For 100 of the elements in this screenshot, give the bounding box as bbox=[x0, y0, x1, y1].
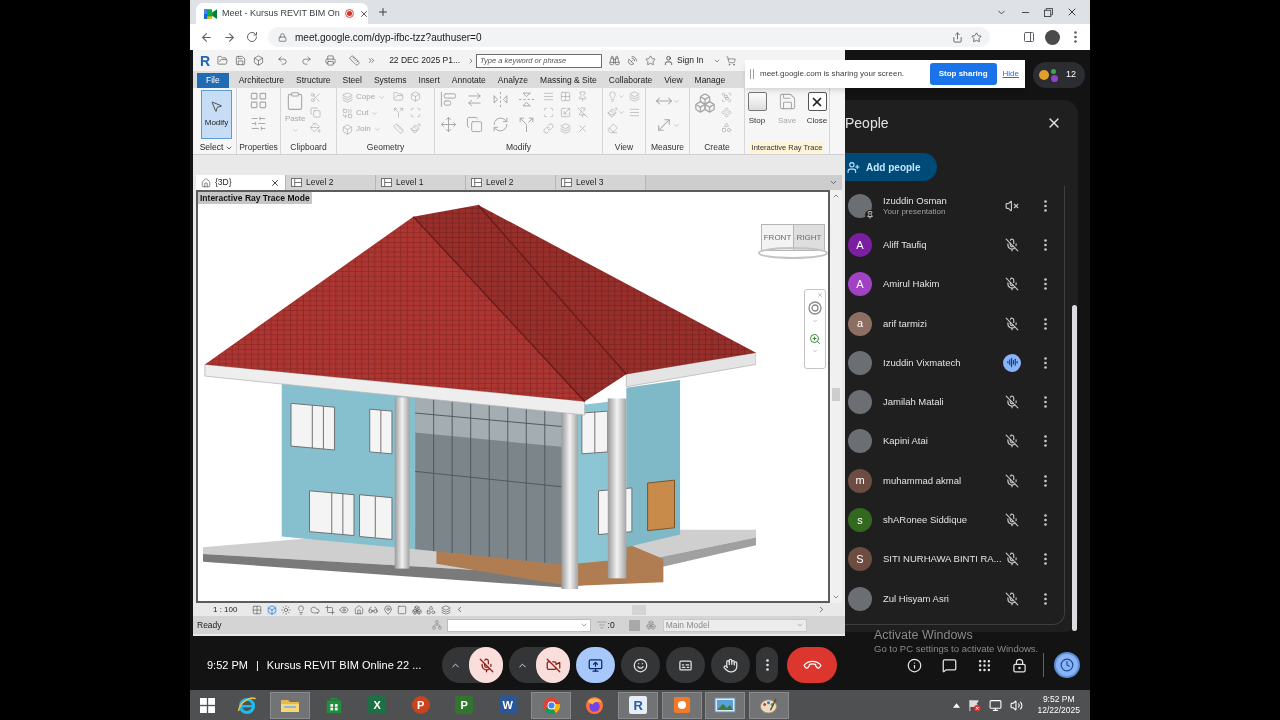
present-screen-button[interactable] bbox=[576, 647, 615, 683]
hide-link[interactable]: Hide bbox=[1002, 68, 1019, 80]
group-icon[interactable] bbox=[721, 92, 732, 103]
shapes-icon[interactable] bbox=[721, 122, 732, 133]
leave-call-button[interactable] bbox=[787, 647, 837, 683]
lightbulb-icon[interactable] bbox=[607, 91, 618, 102]
restore-icon[interactable] bbox=[1044, 7, 1053, 17]
cloud-icon[interactable] bbox=[310, 604, 321, 615]
dots-grid-icon[interactable] bbox=[977, 657, 992, 673]
satellite-dish-icon[interactable] bbox=[627, 55, 638, 66]
more-options-icon[interactable] bbox=[1074, 31, 1077, 43]
ruler-icon[interactable] bbox=[393, 123, 405, 134]
document-tab[interactable]: Level 2 bbox=[286, 175, 376, 190]
grid-icon[interactable] bbox=[252, 604, 263, 615]
boxes-icon[interactable] bbox=[645, 620, 656, 630]
move-arrows-icon[interactable] bbox=[440, 116, 457, 133]
grid-icon[interactable] bbox=[560, 91, 571, 102]
diagonal-arrow-icon[interactable] bbox=[655, 116, 673, 134]
crop-icon[interactable] bbox=[324, 604, 335, 615]
taskbar-button[interactable] bbox=[531, 691, 572, 719]
lines-icon[interactable] bbox=[543, 91, 554, 102]
taskbar-button[interactable]: P bbox=[444, 691, 485, 719]
sun-icon[interactable] bbox=[281, 604, 292, 615]
undo-icon[interactable] bbox=[277, 55, 289, 66]
ribbon-tab[interactable]: Manage bbox=[688, 73, 732, 88]
add-people-button[interactable]: Add people bbox=[845, 153, 937, 181]
square-icon[interactable] bbox=[628, 619, 640, 631]
app-logo[interactable]: R bbox=[200, 53, 211, 68]
more-options-button[interactable] bbox=[756, 647, 778, 683]
glasses-icon[interactable] bbox=[368, 604, 379, 615]
caret-icon[interactable] bbox=[618, 109, 625, 116]
chevron-right-icon[interactable] bbox=[817, 605, 826, 614]
chevron-up-icon[interactable] bbox=[832, 192, 840, 200]
ray-trace-tool-button[interactable]: Stop bbox=[745, 92, 769, 127]
browser-tab[interactable]: Meet - Kursus REVIT BIM On bbox=[196, 3, 368, 24]
document-tab[interactable]: Level 1 bbox=[376, 175, 466, 190]
more-options-icon[interactable] bbox=[1044, 356, 1047, 369]
scan-frame-icon[interactable] bbox=[410, 107, 422, 118]
ribbon-tab[interactable]: Insert bbox=[412, 73, 446, 88]
more-options-icon[interactable] bbox=[1044, 592, 1047, 605]
link-icon[interactable] bbox=[543, 123, 554, 134]
profile-avatar-icon[interactable] bbox=[1045, 29, 1060, 45]
info-icon[interactable] bbox=[907, 657, 922, 673]
cube-icon[interactable] bbox=[253, 55, 265, 66]
lightbulb-icon[interactable] bbox=[295, 604, 306, 615]
caret-icon[interactable] bbox=[812, 318, 818, 324]
shopping-cart-icon[interactable] bbox=[726, 55, 737, 66]
layers-icon[interactable] bbox=[629, 91, 640, 102]
caret-icon[interactable] bbox=[673, 97, 680, 105]
microphone-button[interactable] bbox=[469, 647, 503, 683]
ribbon-tab[interactable]: Architecture bbox=[232, 73, 291, 88]
pin-icon[interactable] bbox=[577, 91, 588, 102]
caret-icon[interactable] bbox=[829, 178, 838, 187]
forward-arrow-icon[interactable] bbox=[223, 30, 236, 44]
sign-in-button[interactable]: Sign In bbox=[663, 54, 704, 67]
triangle-up-icon[interactable] bbox=[953, 702, 961, 708]
more-options-icon[interactable] bbox=[1044, 238, 1047, 251]
modify-tool-button[interactable]: Modify bbox=[201, 90, 232, 139]
mirror-vertical-icon[interactable] bbox=[518, 91, 535, 108]
cross-icon[interactable] bbox=[577, 123, 588, 134]
more-options-icon[interactable] bbox=[1044, 317, 1047, 330]
sliders-icon[interactable] bbox=[250, 115, 267, 132]
taskbar-button[interactable] bbox=[270, 691, 311, 719]
scrollbar-thumb[interactable] bbox=[832, 388, 840, 401]
grid-icon[interactable] bbox=[249, 91, 268, 110]
side-panel-icon[interactable] bbox=[1023, 31, 1035, 43]
folder-icon[interactable] bbox=[393, 91, 405, 102]
stop-sharing-button[interactable]: Stop sharing bbox=[929, 63, 997, 85]
unpin-icon[interactable] bbox=[577, 107, 588, 118]
close-icon[interactable] bbox=[358, 8, 369, 19]
view-scale[interactable]: 1 : 100 bbox=[213, 603, 238, 616]
star-icon[interactable] bbox=[971, 31, 982, 43]
caret-icon[interactable] bbox=[618, 93, 625, 100]
back-arrow-icon[interactable] bbox=[200, 30, 213, 44]
close-icon[interactable] bbox=[270, 177, 280, 188]
document-tab[interactable]: Level 3 bbox=[556, 175, 646, 190]
ribbon-tab[interactable]: Steel bbox=[336, 73, 368, 88]
compass-ring-icon[interactable] bbox=[758, 247, 828, 259]
scrollbar-thumb[interactable] bbox=[631, 604, 646, 615]
printer-icon[interactable] bbox=[325, 55, 337, 66]
cube-icon[interactable] bbox=[266, 604, 277, 615]
caret-icon[interactable] bbox=[673, 121, 680, 129]
scan-frame-icon[interactable] bbox=[543, 107, 554, 118]
redo-icon[interactable] bbox=[301, 55, 313, 66]
scale-icon[interactable] bbox=[560, 107, 571, 118]
new-tab-icon[interactable] bbox=[377, 6, 389, 18]
taskbar-button[interactable] bbox=[705, 691, 746, 719]
align-icon[interactable] bbox=[440, 91, 457, 108]
caret-icon[interactable] bbox=[812, 348, 818, 354]
diamonds-icon[interactable] bbox=[721, 107, 732, 118]
reactions-button[interactable] bbox=[621, 647, 660, 683]
reload-icon[interactable] bbox=[246, 31, 258, 43]
ribbon-tab[interactable]: Systems bbox=[367, 73, 413, 88]
split-arrow-icon[interactable] bbox=[518, 116, 535, 133]
concentric-circles-icon[interactable] bbox=[808, 301, 822, 315]
monitor-icon[interactable] bbox=[989, 698, 1003, 712]
circular-arrows-icon[interactable] bbox=[492, 116, 509, 133]
binoculars-icon[interactable] bbox=[609, 55, 620, 66]
square-icon[interactable] bbox=[397, 604, 408, 615]
cube-icon[interactable] bbox=[410, 91, 422, 102]
